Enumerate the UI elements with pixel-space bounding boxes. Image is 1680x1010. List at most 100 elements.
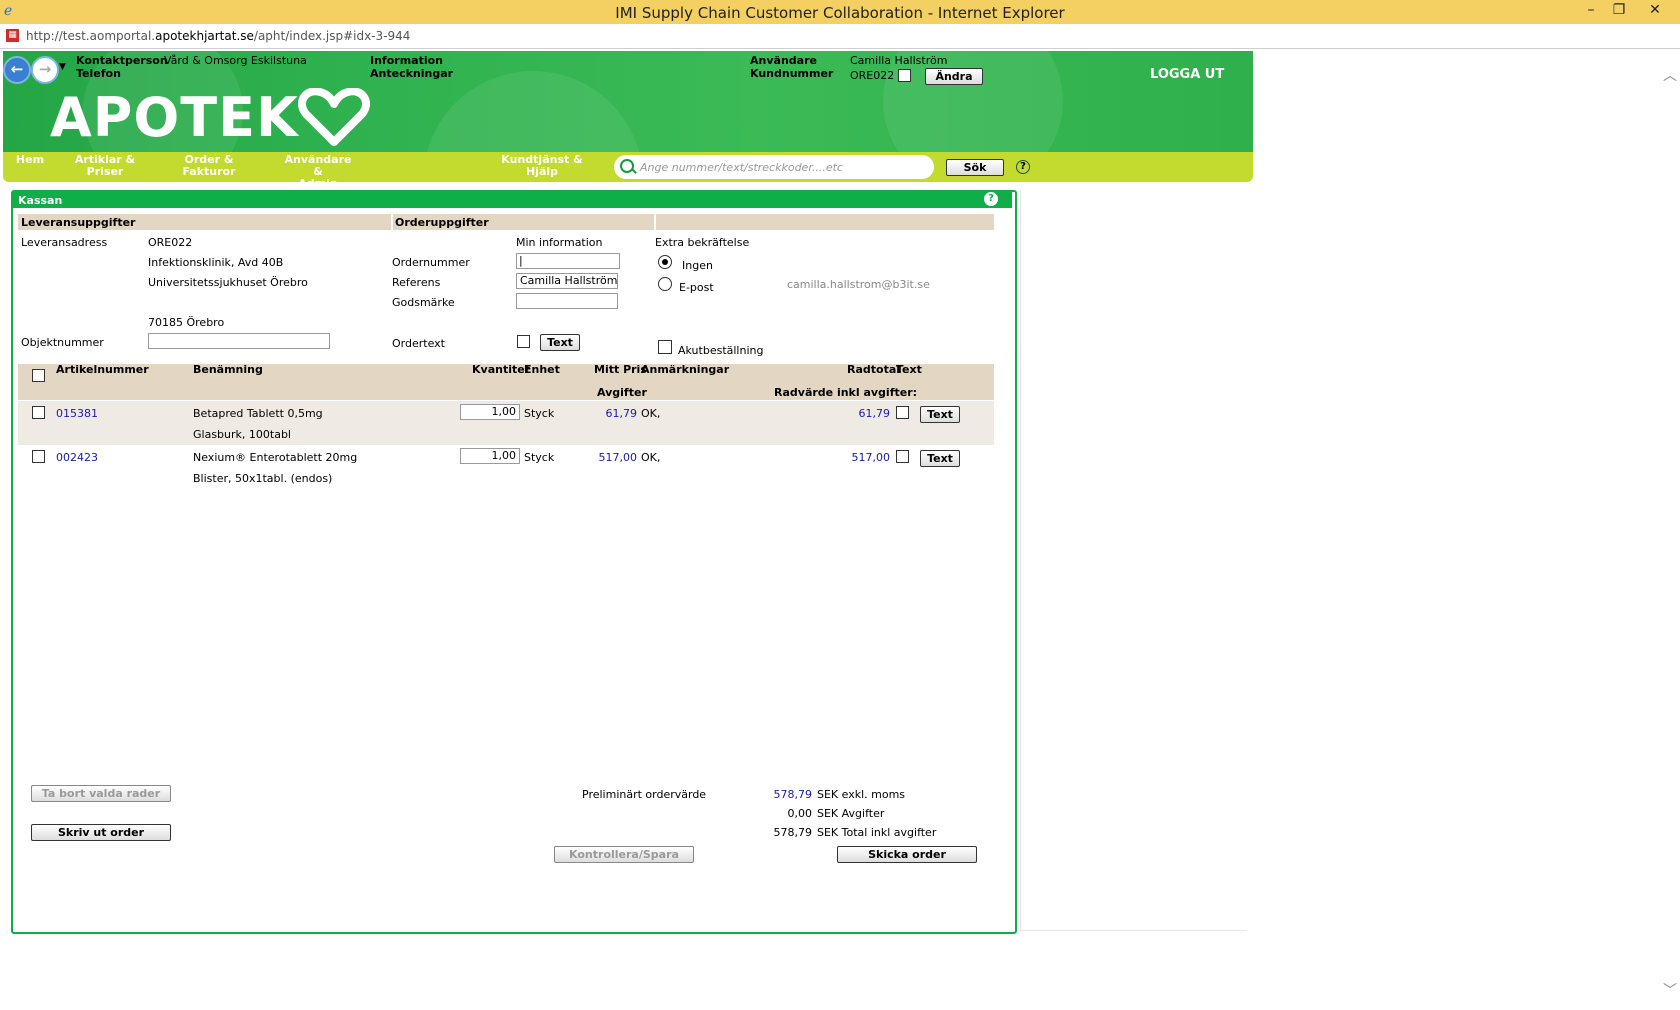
goods-mark-label: Godsmärke (392, 296, 455, 309)
order-number-input[interactable]: | (516, 253, 620, 269)
col-row-total: Radtotal (847, 363, 901, 376)
heart-logo-icon (298, 88, 370, 146)
menu-support[interactable]: Kundtjänst & Hjälp (500, 154, 584, 178)
total-excl-value: 578,79 (773, 788, 813, 801)
total-incl-label: SEK Total inkl avgifter (817, 826, 937, 839)
panel-title: Kassan (18, 194, 63, 207)
my-information-label: Min information (516, 236, 603, 249)
remark: OK, (641, 407, 661, 420)
col-text: Text (896, 363, 922, 376)
col-row-value: Radvärde inkl avgifter: (774, 386, 918, 399)
row-total: 61,79 (858, 407, 891, 420)
address-url[interactable]: http://test.aomportal.apotekhjartat.se/a… (26, 29, 410, 43)
reference-input[interactable]: Camilla Hallström (516, 273, 618, 289)
article-link[interactable]: 015381 (56, 407, 98, 420)
customer-number-label: Kundnummer (750, 67, 834, 80)
object-number-input[interactable] (148, 333, 330, 349)
phone-label: Telefon (76, 67, 121, 80)
page-icon: ▦ (6, 29, 19, 42)
quantity-input[interactable]: 1,00 (460, 404, 520, 420)
radio-none[interactable] (658, 255, 672, 269)
my-price: 61,79 (605, 407, 638, 420)
close-button[interactable]: ✕ (1640, 0, 1670, 22)
article-name: Nexium® Enterotablett 20mg (193, 451, 358, 464)
user-value: Camilla Hallström (850, 54, 948, 67)
back-arrow-icon[interactable]: ← (3, 56, 31, 84)
col-unit: Enhet (524, 363, 560, 376)
extra-confirmation-label: Extra bekräftelse (655, 236, 750, 249)
delivery-address-label: Leveransadress (21, 236, 108, 249)
preliminary-value-label: Preliminärt ordervärde (582, 788, 707, 801)
article-package: Blister, 50x1tabl. (endos) (193, 472, 333, 485)
quantity-input[interactable]: 1,00 (460, 448, 520, 464)
article-package: Glasburk, 100tabl (193, 428, 291, 441)
row-text-button[interactable]: Text (920, 450, 960, 467)
minimize-button[interactable]: – (1576, 0, 1606, 22)
print-order-button[interactable]: Skriv ut order (31, 824, 171, 841)
address-line: ORE022 (148, 236, 193, 249)
radio-email-label: E-post (679, 281, 714, 294)
total-excl-label: SEK exkl. moms (817, 788, 906, 801)
change-button[interactable]: Ändra (925, 68, 983, 85)
radio-none-label: Ingen (682, 259, 713, 272)
contact-label: Kontaktperson (76, 54, 168, 67)
menu-users[interactable]: Användare & Admin (278, 154, 358, 190)
urgent-checkbox[interactable] (658, 340, 672, 354)
forward-arrow-icon[interactable]: → (31, 56, 59, 84)
restore-button[interactable]: ❐ (1604, 0, 1634, 22)
row-text-checkbox[interactable] (896, 406, 909, 419)
panel-help-icon[interactable]: ? (984, 192, 998, 206)
scroll-up-icon[interactable]: ︿ (1663, 65, 1677, 85)
address-line: Infektionsklinik, Avd 40B (148, 256, 284, 269)
logout-link[interactable]: LOGGA UT (1150, 67, 1224, 82)
col-article-number: Artikelnummer (56, 363, 149, 376)
panel-header (13, 191, 1012, 208)
checkout-panel (11, 190, 1017, 934)
object-number-label: Objektnummer (21, 336, 104, 349)
fees-label: SEK Avgifter (817, 807, 885, 820)
menu-orders[interactable]: Order & Fakturor (176, 154, 242, 178)
article-link[interactable]: 002423 (56, 451, 98, 464)
row-total: 517,00 (851, 451, 891, 464)
notes-label: Anteckningar (370, 67, 454, 80)
remove-selected-button[interactable]: Ta bort valda rader (31, 785, 171, 802)
order-text-label: Ordertext (392, 337, 445, 350)
apotek-logo[interactable]: APOTEK (50, 86, 299, 149)
user-label: Användare (750, 54, 817, 67)
order-number-label: Ordernummer (392, 256, 470, 269)
scroll-down-icon[interactable]: ﹀ (1663, 980, 1677, 1000)
delivery-section-title: Leveransuppgifter (21, 216, 136, 229)
radio-email[interactable] (658, 277, 672, 291)
unit: Styck (524, 451, 555, 464)
contact-value: Vård & Omsorg Eskilstuna (164, 54, 307, 67)
col-name: Benämning (193, 363, 263, 376)
urgent-label: Akutbeställning (678, 344, 764, 357)
total-incl-value: 578,79 (773, 826, 813, 839)
row-text-checkbox[interactable] (896, 450, 909, 463)
customer-checkbox[interactable] (898, 69, 911, 82)
address-line: 70185 Örebro (148, 316, 225, 329)
col-remarks: Anmärkningar (641, 363, 730, 376)
my-price: 517,00 (598, 451, 638, 464)
dropdown-icon[interactable]: ▼ (59, 62, 66, 72)
check-save-button[interactable]: Kontrollera/Spara (554, 846, 694, 863)
reference-label: Referens (392, 276, 441, 289)
col-quantity: Kvantitet (472, 363, 530, 376)
goods-mark-input[interactable] (516, 293, 618, 309)
remark: OK, (641, 451, 661, 464)
menu-articles[interactable]: Artiklar & Priser (72, 154, 138, 178)
menu-home[interactable]: Hem (12, 154, 48, 166)
search-button[interactable]: Sök (946, 159, 1004, 176)
row-checkbox[interactable] (32, 450, 45, 463)
order-text-checkbox[interactable] (517, 335, 530, 348)
row-text-button[interactable]: Text (920, 406, 960, 423)
select-all-checkbox[interactable] (32, 369, 45, 382)
browser-nav: ← → ▼ (3, 56, 73, 84)
help-icon[interactable]: ? (1016, 160, 1030, 174)
order-text-button[interactable]: Text (540, 334, 580, 351)
row-checkbox[interactable] (32, 406, 45, 419)
send-order-button[interactable]: Skicka order (837, 846, 977, 863)
unit: Styck (524, 407, 555, 420)
information-label: Information (370, 54, 443, 67)
right-pane (1020, 190, 1247, 931)
